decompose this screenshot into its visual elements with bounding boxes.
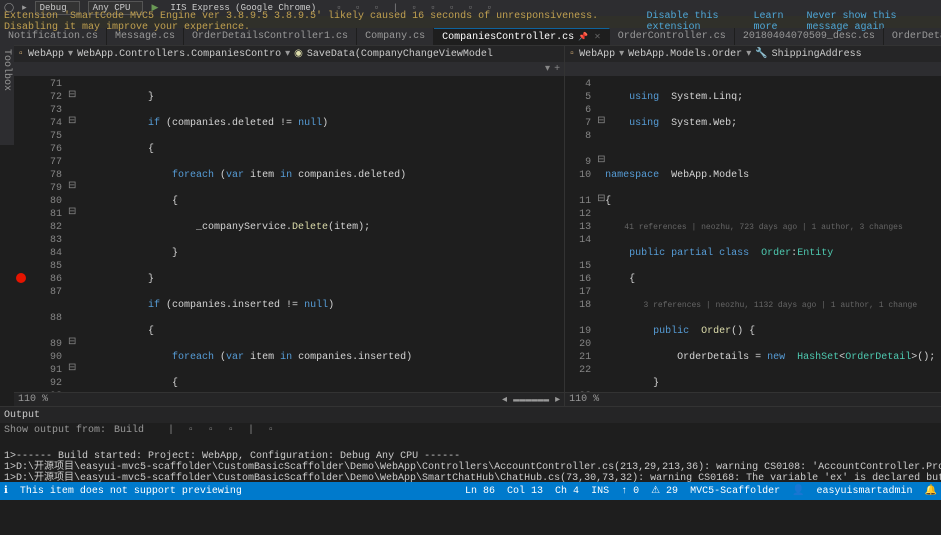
line-gutter: 7172737475767778798081828384858687888990…: [28, 76, 68, 392]
breadcrumb-right[interactable]: ▫WebApp ▾WebApp.Models.Order ▾🔧ShippingA…: [565, 46, 941, 62]
extension-warning-bar: Extension 'SmartCode MVC5 Engine ver 3.8…: [0, 16, 941, 28]
tab-orderctrl[interactable]: OrderController.cs: [610, 28, 735, 45]
status-warnings[interactable]: ⚠ 29: [651, 485, 678, 497]
status-line[interactable]: Ln 86: [465, 486, 495, 497]
output-toolbar-icons[interactable]: | ▫ ▫ ▫ | ▫: [168, 425, 278, 436]
tab-company[interactable]: Company.cs: [357, 28, 434, 45]
line-gutter: 4567891011121314151617181920212223242526…: [565, 76, 597, 392]
breadcrumb-left[interactable]: ▫WebApp ▾WebApp.Controllers.CompaniesCon…: [14, 46, 564, 62]
status-message: This item does not support previewing: [20, 486, 242, 497]
tab-companiesctrl[interactable]: CompaniesController.cs📌✕: [434, 28, 610, 45]
status-bar: ℹ This item does not support previewing …: [0, 482, 941, 500]
tab-migration[interactable]: 20180404070509_desc.cs: [735, 28, 884, 45]
status-char[interactable]: Ch 4: [555, 486, 579, 497]
tab-message[interactable]: Message.cs: [107, 28, 184, 45]
output-from-label: Show output from:: [4, 425, 106, 436]
tab-notification[interactable]: Notification.cs: [0, 28, 107, 45]
status-user[interactable]: easyuismartadmin: [817, 486, 913, 497]
editor-status-left: 110 %◂ ▬▬▬▬▬▬ ▸: [14, 392, 564, 406]
tab-orderdetailmd[interactable]: OrderDetailMetadata.cs: [884, 28, 941, 45]
pin-icon[interactable]: 📌: [578, 32, 588, 42]
output-title: Output: [4, 410, 40, 421]
code-editor-right[interactable]: 4567891011121314151617181920212223242526…: [565, 76, 941, 392]
status-repo[interactable]: MVC5-Scaffolder: [690, 486, 780, 497]
code-content-left[interactable]: } if (companies.deleted != null) { forea…: [76, 76, 564, 392]
close-icon[interactable]: ✕: [594, 32, 601, 42]
status-ins[interactable]: INS: [591, 486, 609, 497]
split-icon[interactable]: ▾: [545, 63, 550, 75]
status-push[interactable]: ↑ 0: [621, 486, 639, 497]
code-editor-left[interactable]: 7172737475767778798081828384858687888990…: [14, 76, 564, 392]
output-text[interactable]: 1>------ Build started: Project: WebApp,…: [0, 438, 941, 482]
plus-icon[interactable]: +: [554, 64, 560, 75]
info-icon: ℹ: [4, 485, 8, 497]
document-tabs: Notification.cs Message.cs OrderDetailsC…: [0, 28, 941, 46]
notification-icon[interactable]: 🔔: [925, 485, 937, 497]
breakpoint-icon[interactable]: [16, 273, 26, 283]
code-content-right[interactable]: using System.Linq; using System.Web; nam…: [605, 76, 941, 392]
status-col[interactable]: Col 13: [507, 486, 543, 497]
editor-status-right: 110 %◂ ▬▬▬▬▬▬ ▸: [565, 392, 941, 406]
tab-orderdetailsctrl[interactable]: OrderDetailsController1.cs: [184, 28, 357, 45]
left-toolwindow-tabs[interactable]: ToolboxData Sources: [0, 45, 14, 145]
output-source-dropdown[interactable]: Build: [110, 425, 164, 436]
output-panel: Output ▾ 📌 ✕ Show output from: Build | ▫…: [0, 406, 941, 482]
